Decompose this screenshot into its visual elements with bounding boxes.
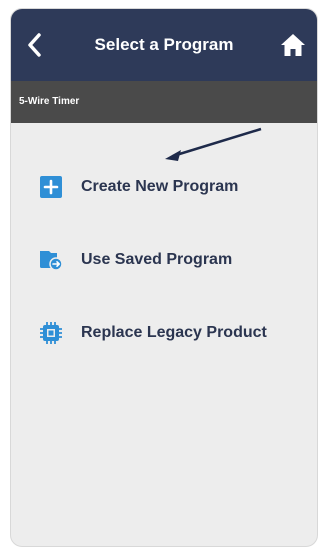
create-new-program-label: Create New Program bbox=[81, 178, 239, 195]
plus-square-icon bbox=[39, 175, 63, 199]
chip-icon bbox=[39, 321, 63, 345]
subheader-label: 5-Wire Timer bbox=[11, 81, 317, 123]
chevron-left-icon bbox=[28, 33, 41, 57]
saved-file-icon bbox=[39, 248, 63, 272]
app-header: Select a Program bbox=[11, 9, 317, 81]
phone-frame: Select a Program 5-Wire Timer Create New… bbox=[10, 8, 318, 547]
arrow-icon bbox=[165, 127, 262, 161]
replace-legacy-product-item[interactable]: Replace Legacy Product bbox=[39, 321, 267, 345]
use-saved-program-item[interactable]: Use Saved Program bbox=[39, 248, 232, 272]
back-button[interactable] bbox=[11, 9, 59, 81]
create-new-program-item[interactable]: Create New Program bbox=[39, 175, 238, 199]
replace-legacy-product-label: Replace Legacy Product bbox=[81, 324, 267, 341]
home-button[interactable] bbox=[275, 27, 311, 63]
menu-area: Create New Program Use Saved Program Rep… bbox=[11, 123, 317, 546]
use-saved-program-label: Use Saved Program bbox=[81, 251, 233, 268]
home-icon bbox=[281, 34, 305, 56]
